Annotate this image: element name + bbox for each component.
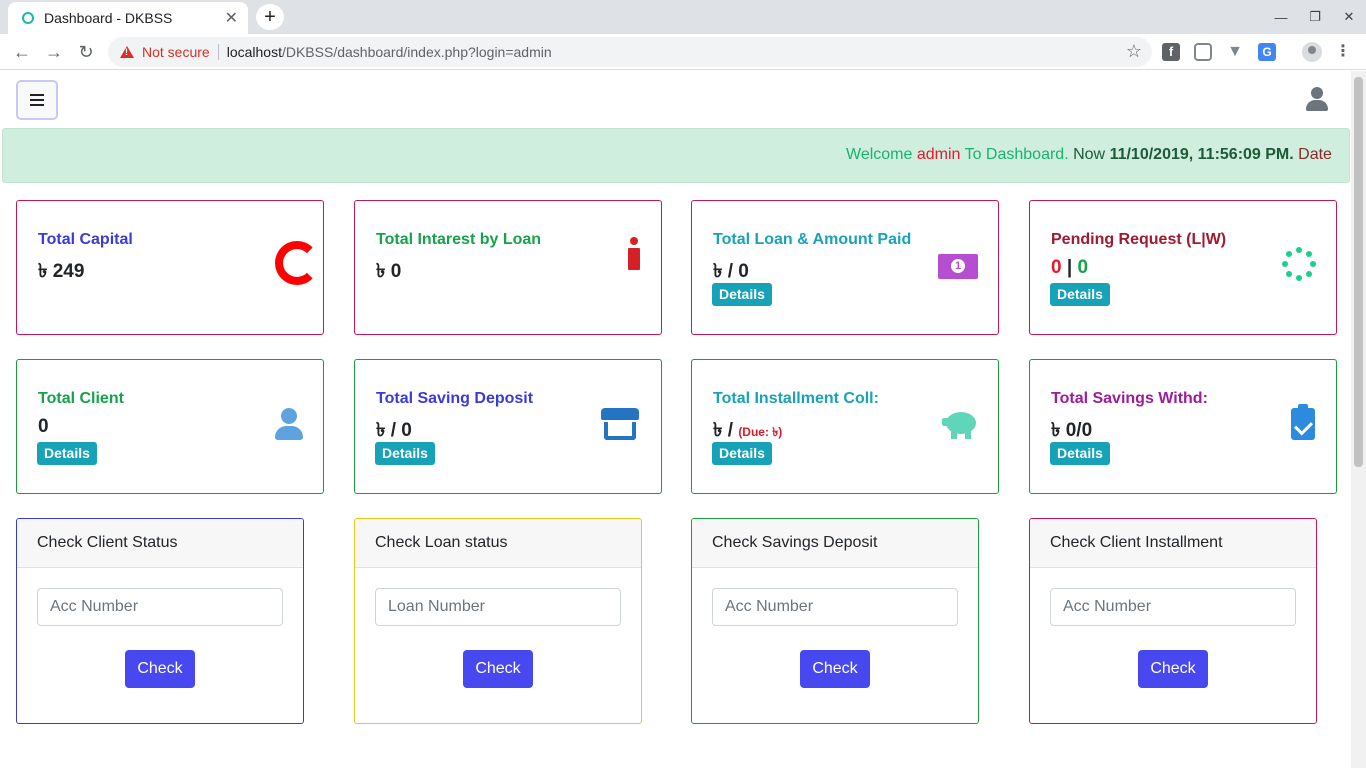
loan-number-input[interactable]: [375, 588, 621, 626]
pending-separator: |: [1066, 257, 1073, 278]
favicon-icon: [22, 12, 34, 24]
spinner-icon: [1282, 247, 1316, 281]
panel-title: Check Client Installment: [1030, 519, 1316, 568]
welcome-to-dashboard: To Dashboard.: [964, 146, 1069, 163]
card-title: Total Capital: [38, 231, 133, 248]
check-client-installment-panel: Check Client Installment Check: [1029, 518, 1317, 724]
scrollbar-thumb[interactable]: [1354, 77, 1363, 467]
card-value: 0: [38, 416, 49, 437]
page-scrollbar[interactable]: [1351, 71, 1366, 768]
total-capital-card: Total Capital ৳ 249: [16, 200, 324, 335]
now-label: Now: [1073, 146, 1106, 163]
check-button[interactable]: Check: [800, 650, 870, 688]
card-title: Total Intarest by Loan: [376, 231, 542, 248]
current-datetime: 11/10/2019, 11:56:09 PM.: [1109, 146, 1294, 163]
due-label: (Due: ৳): [738, 425, 783, 439]
translate-extension-icon[interactable]: G: [1258, 43, 1276, 61]
back-button[interactable]: ←: [8, 38, 36, 66]
pending-request-card: Pending Request (L|W) 0 | 0 Details: [1029, 200, 1337, 335]
card-title: Total Loan & Amount Paid: [713, 231, 912, 248]
total-loan-card: Total Loan & Amount Paid ৳ / 0 Details: [691, 200, 999, 335]
card-title: Total Savings Withd:: [1051, 390, 1208, 407]
card-value: ৳ 249: [38, 261, 85, 282]
window-controls: — ❐ ✕: [1264, 0, 1366, 34]
acc-number-input[interactable]: [712, 588, 958, 626]
check-button[interactable]: Check: [125, 650, 195, 688]
minimize-button[interactable]: —: [1264, 10, 1298, 25]
welcome-word: Welcome: [846, 146, 913, 163]
details-button[interactable]: Details: [375, 442, 435, 465]
panel-title: Check Client Status: [17, 519, 303, 568]
card-title: Total Client: [38, 390, 124, 407]
acc-number-input[interactable]: [1050, 588, 1296, 626]
check-button[interactable]: Check: [1138, 650, 1208, 688]
money-bill-icon: [938, 254, 978, 279]
total-interest-card: Total Intarest by Loan ৳ 0: [354, 200, 662, 335]
facebook-extension-icon[interactable]: f: [1162, 43, 1180, 61]
welcome-marquee: Welcome admin To Dashboard. Now 11/10/20…: [846, 146, 1332, 164]
browser-tab[interactable]: Dashboard - DKBSS ✕: [8, 2, 248, 34]
info-icon: [627, 237, 641, 271]
hamburger-icon: [30, 99, 44, 101]
details-button[interactable]: Details: [712, 283, 772, 306]
check-savings-deposit-panel: Check Savings Deposit Check: [691, 518, 979, 724]
bookmark-star-icon[interactable]: ☆: [1126, 41, 1142, 62]
menu-toggle-button[interactable]: [16, 80, 58, 120]
welcome-user: admin: [916, 146, 961, 163]
address-bar[interactable]: Not secure localhost/DKBSS/dashboard/ind…: [108, 37, 1152, 67]
installment-value: ৳ /: [713, 420, 734, 441]
new-tab-button[interactable]: +: [256, 4, 284, 30]
panel-title: Check Savings Deposit: [692, 519, 978, 568]
details-button[interactable]: Details: [1050, 283, 1110, 306]
details-button[interactable]: Details: [712, 442, 772, 465]
check-client-status-panel: Check Client Status Check: [16, 518, 304, 724]
welcome-banner: Welcome admin To Dashboard. Now 11/10/20…: [2, 128, 1350, 183]
tab-title: Dashboard - DKBSS: [44, 10, 173, 26]
total-saving-deposit-card: Total Saving Deposit ৳ / 0 Details: [354, 359, 662, 494]
card-value: 0 | 0: [1051, 257, 1088, 279]
store-icon: [601, 408, 639, 442]
card-title: Pending Request (L|W): [1051, 231, 1227, 248]
piggy-bank-icon: [942, 408, 978, 440]
card-title: Total Saving Deposit: [376, 390, 534, 407]
total-installment-card: Total Installment Coll: ৳ / (Due: ৳) Det…: [691, 359, 999, 494]
vpn-extension-icon[interactable]: ▼: [1226, 43, 1244, 61]
card-value: ৳ 0: [376, 261, 402, 282]
browser-tab-strip: Dashboard - DKBSS ✕ + — ❐ ✕: [0, 0, 1366, 34]
total-client-card: Total Client 0 Details: [16, 359, 324, 494]
c-icon: [275, 239, 319, 285]
browser-toolbar: ← → ↻ Not secure localhost/DKBSS/dashboa…: [0, 34, 1366, 70]
pending-withdraw-count: 0: [1077, 257, 1089, 278]
address-divider: [217, 44, 219, 60]
check-loan-status-panel: Check Loan status Check: [354, 518, 642, 724]
pending-loan-count: 0: [1051, 257, 1062, 278]
user-account-icon[interactable]: [1306, 87, 1328, 111]
forward-button[interactable]: →: [40, 38, 68, 66]
warning-icon: [120, 46, 134, 58]
camera-extension-icon[interactable]: [1194, 43, 1212, 61]
restore-button[interactable]: ❐: [1298, 9, 1332, 25]
acc-number-input[interactable]: [37, 588, 283, 626]
not-secure-label[interactable]: Not secure: [142, 44, 210, 60]
reload-button[interactable]: ↻: [72, 38, 100, 66]
card-title: Total Installment Coll:: [713, 390, 879, 407]
page-viewport: Welcome admin To Dashboard. Now 11/10/20…: [0, 71, 1366, 768]
panel-title: Check Loan status: [355, 519, 641, 568]
clipboard-check-icon: [1291, 404, 1315, 440]
details-button[interactable]: Details: [37, 442, 97, 465]
total-savings-withdraw-card: Total Savings Withd: ৳ 0/0 Details: [1029, 359, 1337, 494]
check-button[interactable]: Check: [463, 650, 533, 688]
url-host: localhost: [226, 44, 282, 60]
user-icon: [275, 408, 303, 440]
date-label: Date: [1298, 146, 1332, 163]
details-button[interactable]: Details: [1050, 442, 1110, 465]
tab-close-icon[interactable]: ✕: [225, 8, 238, 28]
profile-avatar-icon[interactable]: [1302, 42, 1322, 62]
browser-menu-icon[interactable]: ⋮: [1334, 43, 1352, 61]
url-path: /DKBSS/dashboard/index.php?login=admin: [281, 44, 552, 60]
close-window-button[interactable]: ✕: [1332, 9, 1366, 25]
